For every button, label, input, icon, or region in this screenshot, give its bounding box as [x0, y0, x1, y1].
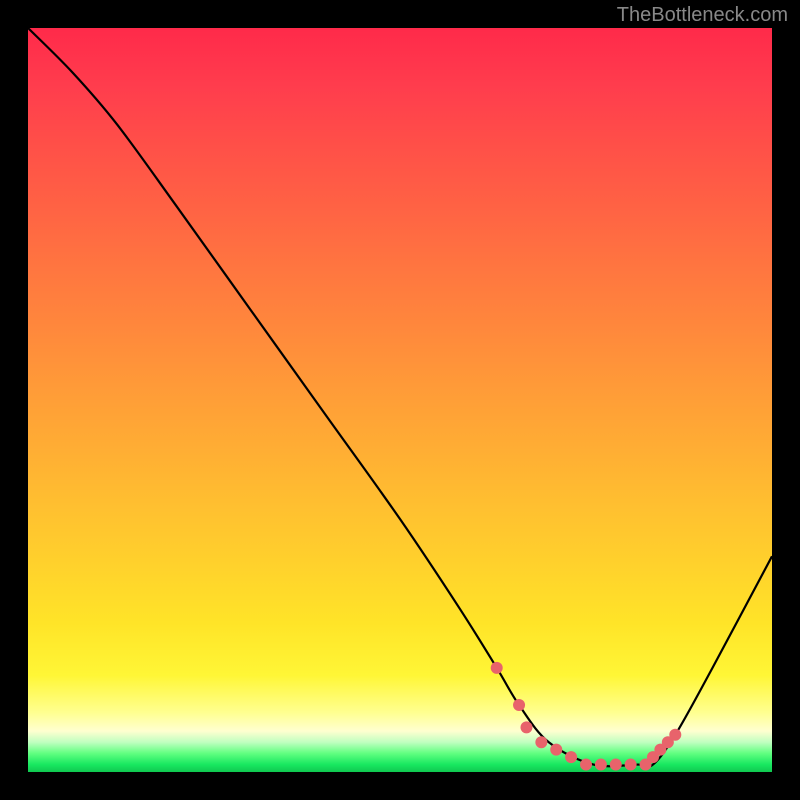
marker-point: [491, 662, 503, 674]
marker-point: [595, 759, 607, 771]
marker-point: [565, 751, 577, 763]
marker-point: [625, 759, 637, 771]
attribution-text: TheBottleneck.com: [617, 4, 788, 27]
marker-point: [520, 721, 532, 733]
chart-plot-area: [28, 28, 772, 772]
marker-point: [550, 744, 562, 756]
bottleneck-markers: [491, 662, 682, 771]
marker-point: [535, 736, 547, 748]
marker-point: [580, 759, 592, 771]
marker-point: [610, 759, 622, 771]
marker-point: [513, 699, 525, 711]
marker-point: [669, 729, 681, 741]
bottleneck-curve-line: [28, 28, 772, 767]
chart-svg-layer: [28, 28, 772, 772]
